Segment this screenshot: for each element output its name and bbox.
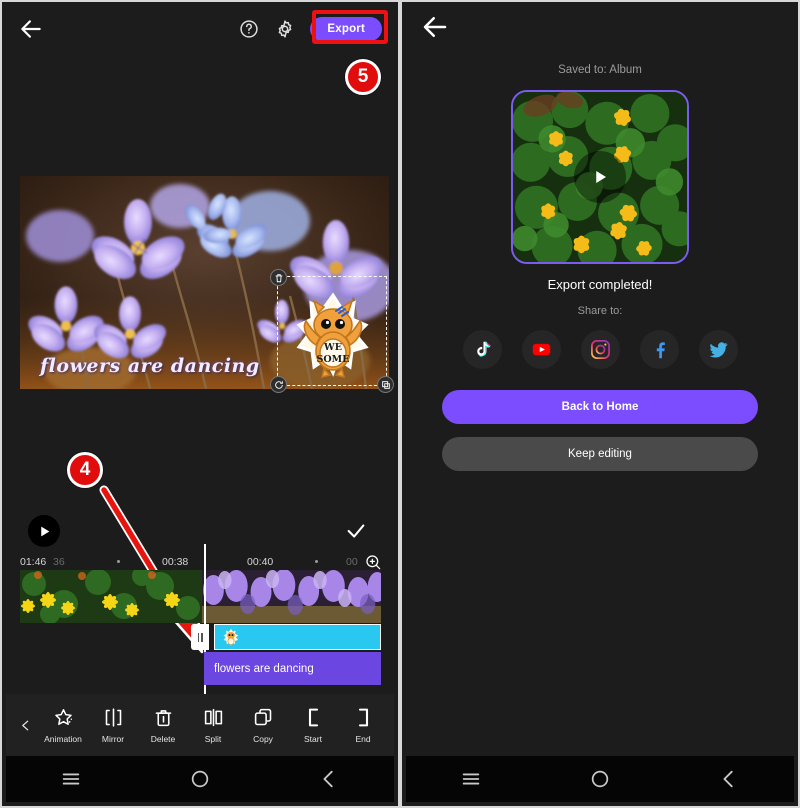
tool-end[interactable]: End <box>338 707 388 744</box>
twitter-icon[interactable] <box>698 330 738 369</box>
filmstrip-clip-green[interactable] <box>20 570 202 623</box>
right-phone-screen: Saved to: Album Export completed! Share … <box>404 4 796 804</box>
saved-to-label: Saved to: Album <box>558 64 642 76</box>
sticker-track-left-handle[interactable] <box>191 624 209 650</box>
step-badge-5: 5 <box>345 59 381 95</box>
sticker-selection-box[interactable]: WE SOME <box>270 269 394 393</box>
filmstrip-clip-purple[interactable] <box>202 570 381 623</box>
sticker-text-line1: WE <box>323 342 342 353</box>
step-badge-4: 4 <box>67 452 103 488</box>
bracket-right-icon <box>353 707 374 729</box>
gear-icon[interactable] <box>274 18 296 40</box>
instagram-icon[interactable] <box>580 330 620 369</box>
back-chevron-icon[interactable] <box>316 766 342 792</box>
share-icons-row <box>404 330 796 369</box>
copy-icon <box>253 707 274 729</box>
menu-icon[interactable] <box>458 766 484 792</box>
keep-editing-button[interactable]: Keep editing <box>442 437 758 471</box>
zoom-in-icon[interactable] <box>365 554 381 570</box>
cat-sticker-graphic: WE SOME <box>296 292 369 379</box>
menu-icon[interactable] <box>58 766 84 792</box>
ruler-tick-3: 00:40 <box>247 556 274 568</box>
tool-label: Mirror <box>101 733 125 744</box>
preview-caption-text[interactable]: flowers are dancing <box>40 355 260 377</box>
home-circle-icon[interactable] <box>187 766 213 792</box>
sticker-delete-handle[interactable] <box>270 269 287 286</box>
sticker-text-line2: SOME <box>317 354 350 365</box>
tool-label: Split <box>204 733 222 744</box>
sticker-thumbnail-icon <box>223 628 239 646</box>
editor-top-bar: Export <box>4 8 396 50</box>
tool-label: End <box>355 733 371 744</box>
ruler-tick-1: 36 <box>53 556 65 568</box>
ruler-tick-4: 00 <box>346 556 358 568</box>
ruler-dot-1 <box>117 560 120 563</box>
tool-delete[interactable]: Delete <box>138 707 188 744</box>
ruler-dot-2 <box>315 560 318 563</box>
mirror-icon <box>103 707 124 729</box>
star-sparkle-icon <box>53 707 74 729</box>
tiktok-icon[interactable] <box>462 330 502 369</box>
left-phone-screen: Export 5 flowers are dancing WE SOME 4 0… <box>4 4 396 804</box>
youtube-icon[interactable] <box>521 330 561 369</box>
android-nav-bar-left <box>6 756 394 802</box>
home-circle-icon[interactable] <box>587 766 613 792</box>
tool-split[interactable]: Split <box>188 707 238 744</box>
share-to-label: Share to: <box>577 305 623 317</box>
tool-label: Start <box>304 733 322 744</box>
left-phone-frame: Export 5 flowers are dancing WE SOME 4 0… <box>0 0 400 808</box>
export-button[interactable]: Export <box>310 17 382 41</box>
help-circle-icon[interactable] <box>238 18 260 40</box>
timeline-controls-row <box>20 515 381 547</box>
timeline-ruler[interactable]: 01:46 36 00:38 00:40 00 <box>20 552 381 572</box>
ruler-tick-2: 00:38 <box>162 556 189 568</box>
check-icon[interactable] <box>345 520 367 542</box>
tool-label: Delete <box>150 733 176 744</box>
back-to-home-button[interactable]: Back to Home <box>442 390 758 424</box>
red-annotation-arrow <box>99 485 204 654</box>
toolbar-items: Animation Mirror Delete Split Copy Start… <box>38 707 388 744</box>
tool-label: Animation <box>44 733 82 744</box>
tool-animation[interactable]: Animation <box>38 707 88 744</box>
sticker-resize-handle[interactable] <box>377 376 394 393</box>
export-completed-label: Export completed! <box>547 277 653 292</box>
bracket-left-icon <box>303 707 324 729</box>
sticker-track-clip[interactable] <box>214 624 381 650</box>
edit-toolbar: Animation Mirror Delete Split Copy Start… <box>6 694 394 756</box>
ruler-tick-0: 01:46 <box>20 556 47 568</box>
export-back-arrow-icon[interactable] <box>420 12 450 42</box>
thumbnail-play-icon[interactable] <box>574 151 626 203</box>
android-nav-bar-right <box>406 756 794 802</box>
dual-phone-screenshot: Export 5 flowers are dancing WE SOME 4 0… <box>0 0 800 808</box>
sticker-rotate-handle[interactable] <box>270 376 287 393</box>
timeline-filmstrip[interactable] <box>20 570 381 623</box>
text-track-clip[interactable]: flowers are dancing <box>204 652 381 685</box>
facebook-icon[interactable] <box>639 330 679 369</box>
chevron-left-icon[interactable] <box>12 718 38 733</box>
back-chevron-icon[interactable] <box>716 766 742 792</box>
tool-copy[interactable]: Copy <box>238 707 288 744</box>
play-icon[interactable] <box>28 515 60 547</box>
split-icon <box>203 707 224 729</box>
back-arrow-icon[interactable] <box>18 16 44 42</box>
tool-label: Copy <box>253 733 273 744</box>
trash-icon <box>153 707 174 729</box>
tool-mirror[interactable]: Mirror <box>88 707 138 744</box>
tool-start[interactable]: Start <box>288 707 338 744</box>
export-video-thumbnail[interactable] <box>511 90 689 264</box>
top-bar-actions: Export <box>238 17 382 41</box>
right-phone-frame: Saved to: Album Export completed! Share … <box>400 0 800 808</box>
